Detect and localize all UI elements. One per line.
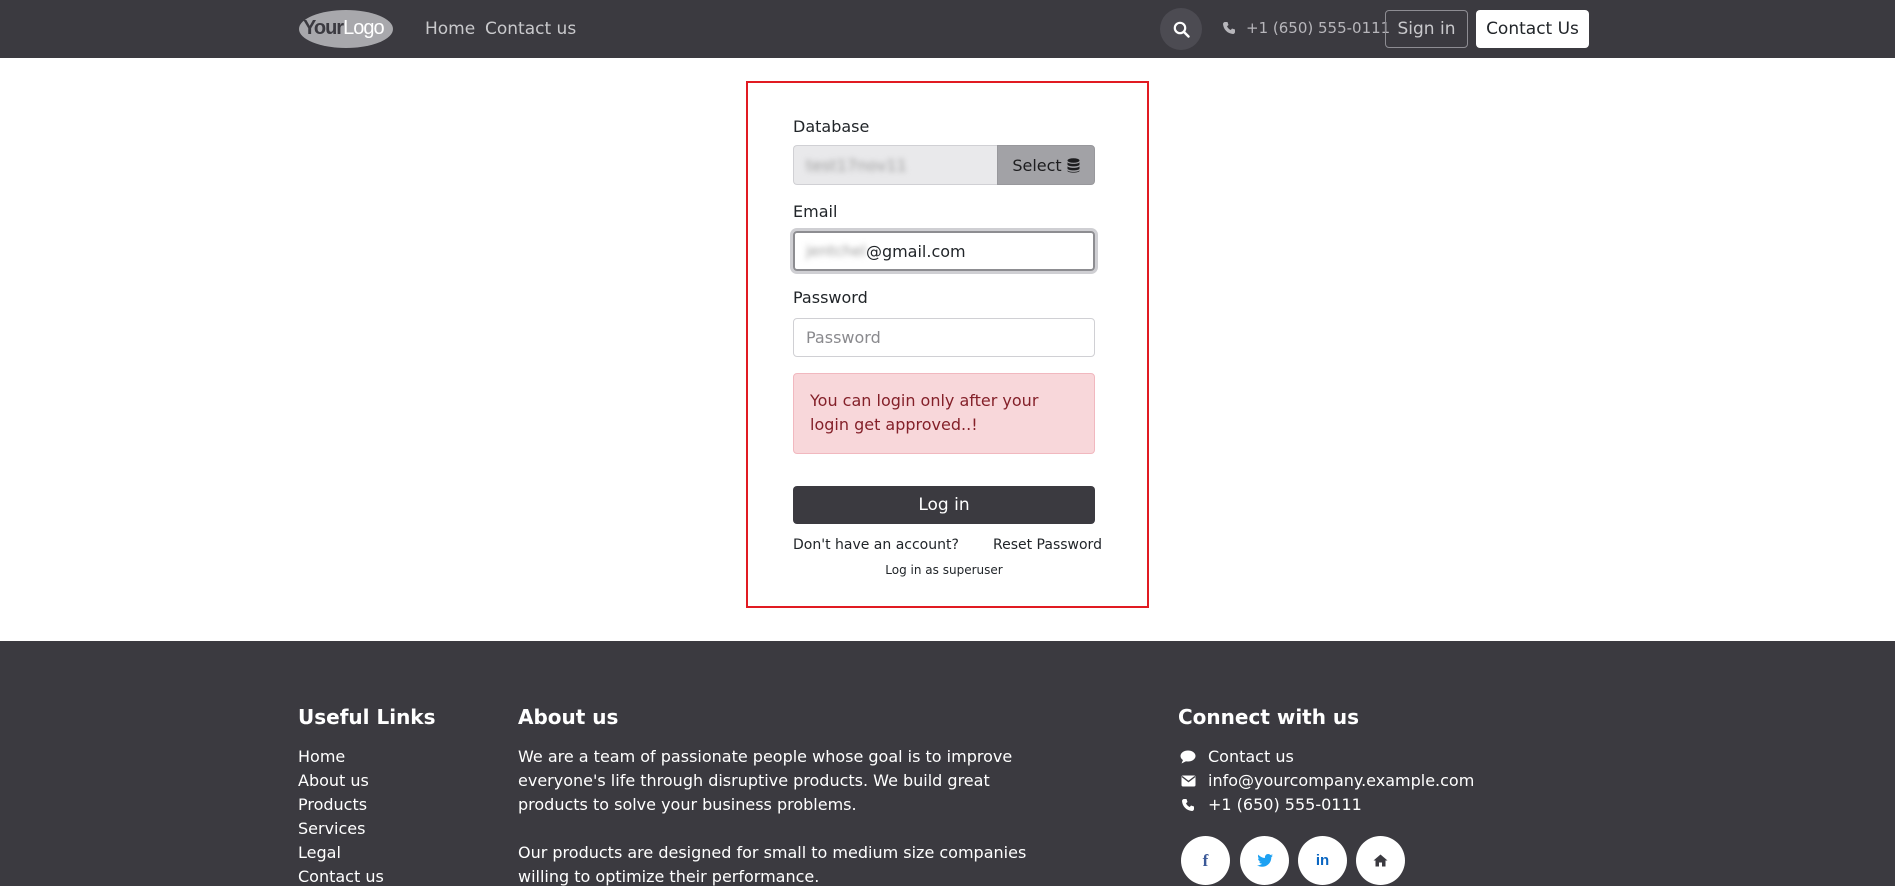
header-phone-text: +1 (650) 555-0111 [1246,19,1391,37]
connect-contact-label: Contact us [1208,747,1294,766]
search-button[interactable] [1160,8,1202,50]
about-us-title: About us [518,705,619,729]
company-logo[interactable]: YourLogo [298,9,394,49]
database-value: test17nov11 [806,155,907,175]
footer-link-contact[interactable]: Contact us [298,867,384,886]
alert-text: You can login only after your login get … [810,391,1039,434]
phone-icon [1223,22,1235,34]
twitter-button[interactable] [1240,836,1289,885]
useful-links-title: Useful Links [298,705,436,729]
about-us-paragraph-2: Our products are designed for small to m… [518,843,1027,886]
password-label: Password [793,288,868,307]
login-error-alert: You can login only after your login get … [793,373,1095,454]
search-icon [1173,21,1190,38]
database-select-button[interactable]: Select [997,145,1095,185]
nav-contact-link[interactable]: Contact us [485,19,576,39]
top-navbar: YourLogo Home Contact us +1 (650) 555-01… [0,0,1895,58]
about-us-paragraph-1: We are a team of passionate people whose… [518,747,1013,814]
superuser-login-link[interactable]: Log in as superuser [793,563,1095,577]
connect-title: Connect with us [1178,705,1360,729]
footer-link-legal[interactable]: Legal [298,843,341,862]
select-label: Select [1012,155,1062,175]
database-icon [1067,157,1080,173]
contact-us-button[interactable]: Contact Us [1476,10,1589,48]
phone-icon [1182,798,1194,811]
connect-email[interactable]: info@yourcompany.example.com [1180,771,1474,790]
logo-text-light: Logo [343,17,384,39]
signup-link[interactable]: Don't have an account? [793,537,959,553]
connect-contact-us[interactable]: Contact us [1180,747,1294,766]
connect-phone[interactable]: +1 (650) 555-0111 [1180,795,1362,814]
sign-in-button[interactable]: Sign in [1385,10,1468,48]
comment-icon [1180,750,1196,763]
facebook-icon: f [1202,850,1209,870]
footer-link-products[interactable]: Products [298,795,367,814]
email-input[interactable]: jentchel @gmail.com [793,231,1095,271]
nav-home-link[interactable]: Home [425,19,475,39]
database-field: test17nov11 [793,145,997,185]
connect-email-label: info@yourcompany.example.com [1208,771,1475,790]
password-placeholder: Password [806,328,881,347]
footer-link-home[interactable]: Home [298,747,345,766]
footer-link-services[interactable]: Services [298,819,365,838]
header-phone[interactable]: +1 (650) 555-0111 [1222,19,1390,37]
home-icon [1373,854,1388,867]
website-home-button[interactable] [1356,836,1405,885]
database-label: Database [793,117,870,136]
connect-phone-label: +1 (650) 555-0111 [1208,795,1362,814]
password-input[interactable]: Password [793,318,1095,357]
email-label: Email [793,202,838,221]
email-domain: @gmail.com [865,241,966,261]
login-button[interactable]: Log in [793,486,1095,524]
database-selector: test17nov11 Select [793,145,1095,185]
linkedin-icon: in [1315,852,1330,869]
linkedin-button[interactable]: in [1298,836,1347,885]
envelope-icon [1181,775,1195,786]
logo-text-bold: Your [303,17,344,39]
footer-link-about[interactable]: About us [298,771,369,790]
email-blurred: jentchel [806,242,866,260]
reset-password-link[interactable]: Reset Password [993,537,1102,553]
twitter-icon [1256,854,1273,867]
facebook-button[interactable]: f [1181,836,1230,885]
